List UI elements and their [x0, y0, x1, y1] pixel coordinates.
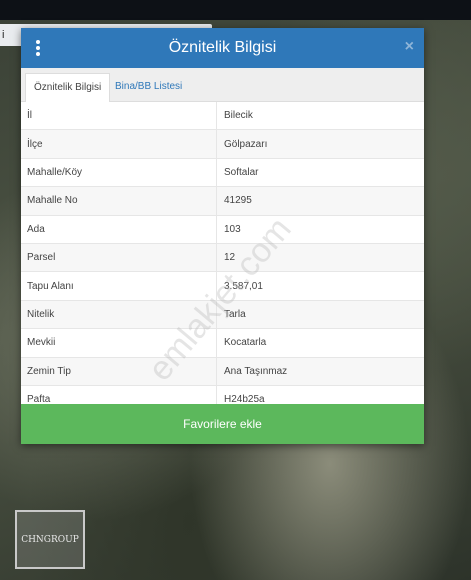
- row-value: 3.587,01: [224, 280, 263, 292]
- row-value: 103: [224, 223, 241, 235]
- row-key: Mahalle/Köy: [21, 158, 217, 187]
- row-value: Bilecik: [224, 110, 253, 122]
- attribute-table: İl Bilecik İlçe Gölpazarı Mahalle/Köy Softala…: [21, 102, 424, 415]
- table-row: İl Bilecik: [21, 102, 424, 131]
- table-row: İlçe Gölpazarı: [21, 130, 424, 159]
- table-row: Parsel 12: [21, 243, 424, 273]
- row-key: İl: [21, 102, 217, 130]
- company-logo: CHNGROUP: [15, 510, 85, 569]
- close-icon[interactable]: ×: [405, 38, 414, 56]
- tab-building-list[interactable]: Bina/BB Listesi: [107, 73, 190, 101]
- row-key: İlçe: [21, 130, 217, 158]
- logo-text: CHNGROUP: [21, 534, 79, 545]
- table-row: Mahalle No 41295: [21, 187, 424, 216]
- row-key: Parsel: [21, 243, 217, 272]
- table-row: Ada 103: [21, 215, 424, 244]
- attribute-info-dialog: Öznitelik Bilgisi × Öznitelik Bilgisi Bi…: [21, 28, 424, 444]
- kebab-menu-icon[interactable]: [35, 40, 41, 56]
- row-value: Gölpazarı: [224, 138, 268, 150]
- table-row: Tapu Alanı 3.587,01: [21, 272, 424, 301]
- row-key: Mahalle No: [21, 187, 217, 215]
- row-value: 12: [224, 252, 236, 264]
- row-value: Kocatarla: [224, 337, 267, 349]
- dialog-tabs: Öznitelik Bilgisi Bina/BB Listesi: [21, 68, 424, 102]
- dialog-title: Öznitelik Bilgisi: [168, 39, 277, 56]
- row-key: Nitelik: [21, 300, 217, 329]
- dialog-header: Öznitelik Bilgisi ×: [21, 28, 424, 68]
- row-key: Ada: [21, 215, 217, 243]
- add-to-favorites-button[interactable]: Favorilere ekle: [21, 404, 424, 444]
- row-key: Mevkii: [21, 329, 217, 357]
- map-info-chip-text: i: [2, 29, 5, 41]
- row-value: Softalar: [224, 166, 259, 178]
- row-key: Zemin Tip: [21, 357, 217, 385]
- table-row: Zemin Tip Ana Taşınmaz: [21, 357, 424, 386]
- row-value: Ana Taşınmaz: [224, 365, 288, 377]
- row-key: Tapu Alanı: [21, 272, 217, 300]
- row-value: 41295: [224, 195, 252, 207]
- table-row: Mevkii Kocatarla: [21, 329, 424, 358]
- table-row: Mahalle/Köy Softalar: [21, 158, 424, 188]
- tab-attribute-info[interactable]: Öznitelik Bilgisi: [25, 73, 111, 102]
- top-bar: [0, 0, 471, 20]
- table-row: Nitelik Tarla: [21, 300, 424, 330]
- row-value: Tarla: [224, 308, 246, 320]
